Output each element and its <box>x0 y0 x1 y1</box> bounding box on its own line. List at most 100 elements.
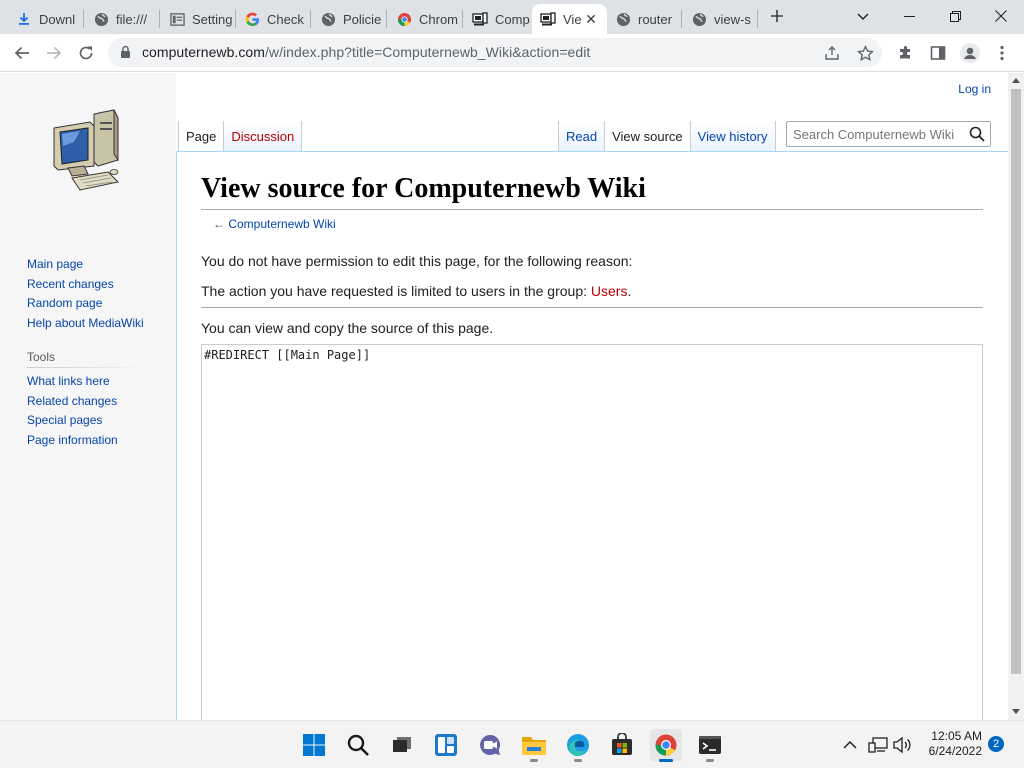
reload-button[interactable] <box>72 39 100 67</box>
group-link-users[interactable]: Users <box>591 283 628 299</box>
browser-tab[interactable]: file:/// <box>85 4 157 34</box>
wiki-search-input[interactable]: Search Computernewb Wiki <box>786 121 991 147</box>
computernewb-icon <box>472 11 488 27</box>
tab-discussion[interactable]: Discussion <box>224 121 303 151</box>
browser-tab-active[interactable]: Vie ✕ <box>532 4 607 34</box>
profile-button[interactable] <box>956 39 984 67</box>
tab-title: Vie <box>563 11 582 27</box>
browser-tab[interactable]: view-s <box>683 4 755 34</box>
reason-period: . <box>627 283 632 299</box>
tools-divider <box>27 367 147 368</box>
tab-view-source[interactable]: View source <box>605 121 691 151</box>
tools-link-what-links-here[interactable]: What links here <box>27 372 118 392</box>
tools-link-special-pages[interactable]: Special pages <box>27 411 118 431</box>
browser-tab[interactable]: Check <box>236 4 308 34</box>
nav-link-main-page[interactable]: Main page <box>27 255 144 275</box>
store-button[interactable] <box>606 729 638 761</box>
browser-toolbar: computernewb.com/w/index.php?title=Compu… <box>0 34 1024 72</box>
tab-read[interactable]: Read <box>559 121 606 151</box>
view-tabs: Read View source View history <box>558 121 776 151</box>
namespace-tabs: Page Discussion <box>178 121 303 151</box>
scroll-up-arrow-icon[interactable] <box>1012 78 1020 83</box>
taskbar-search-button[interactable] <box>342 729 374 761</box>
side-panel-button[interactable] <box>924 39 952 67</box>
tab-separator <box>462 10 463 28</box>
browser-tab[interactable]: Policie <box>312 4 384 34</box>
address-bar[interactable]: computernewb.com/w/index.php?title=Compu… <box>108 38 882 67</box>
permission-message: You do not have permission to edit this … <box>201 253 633 269</box>
nav-link-recent-changes[interactable]: Recent changes <box>27 275 144 295</box>
arrow-left-icon <box>14 46 29 60</box>
chrome-icon <box>396 11 412 27</box>
task-view-button[interactable] <box>386 729 418 761</box>
back-button[interactable] <box>8 39 36 67</box>
clock-date: 6/24/2022 <box>928 744 982 758</box>
tab-view-history[interactable]: View history <box>690 121 776 151</box>
vertical-scrollbar[interactable] <box>1008 73 1024 720</box>
scrollbar-thumb[interactable] <box>1011 89 1021 674</box>
close-window-button[interactable] <box>978 0 1024 32</box>
forward-button[interactable] <box>40 39 68 67</box>
download-icon <box>16 11 32 27</box>
close-icon <box>995 10 1007 22</box>
tab-separator <box>159 10 160 28</box>
side-panel-icon <box>930 46 946 60</box>
backlink: ← Computernewb Wiki <box>213 217 336 231</box>
share-icon[interactable] <box>822 43 842 63</box>
tab-separator <box>83 10 84 28</box>
browser-menu-button[interactable] <box>988 39 1016 67</box>
taskbar-clock[interactable]: 12:05 AM 6/24/2022 <box>916 729 982 759</box>
page-content: View source for Computernewb Wiki ← Comp… <box>176 151 1008 720</box>
volume-button[interactable] <box>890 729 914 761</box>
backlink-page[interactable]: Computernewb Wiki <box>228 217 335 231</box>
source-textarea[interactable]: #REDIRECT [[Main Page]] <box>201 344 983 720</box>
network-button[interactable] <box>866 729 890 761</box>
tools-link-related-changes[interactable]: Related changes <box>27 392 118 412</box>
search-icon[interactable] <box>969 126 985 142</box>
wiki-logo[interactable] <box>50 108 126 194</box>
plus-icon <box>771 10 783 22</box>
reason-message: The action you have requested is limited… <box>201 283 631 299</box>
extensions-button[interactable] <box>892 39 920 67</box>
show-hidden-icons-button[interactable] <box>840 729 860 761</box>
tab-title: Comp <box>495 11 530 27</box>
file-explorer-button[interactable] <box>518 729 550 762</box>
browser-tab[interactable]: Chrom <box>388 4 460 34</box>
bookmark-star-icon[interactable] <box>855 43 875 63</box>
web-page: Main page Recent changes Random page Hel… <box>0 73 1008 720</box>
tab-search-button[interactable] <box>840 0 886 32</box>
notification-badge[interactable]: 2 <box>988 736 1004 752</box>
lock-icon[interactable] <box>120 45 131 64</box>
computer-logo-icon <box>53 109 120 191</box>
chrome-taskbar-button[interactable] <box>650 729 682 762</box>
reason-text: The action you have requested is limited… <box>201 283 591 299</box>
tab-title: file:/// <box>116 11 148 27</box>
widgets-button[interactable] <box>430 729 462 761</box>
minimize-button[interactable] <box>886 0 932 32</box>
globe-icon <box>615 11 631 27</box>
nav-link-help[interactable]: Help about MediaWiki <box>27 314 144 334</box>
terminal-icon <box>699 736 721 754</box>
kebab-menu-icon <box>1000 45 1004 61</box>
browser-tab[interactable]: Setting <box>161 4 233 34</box>
view-copy-message: You can view and copy the source of this… <box>201 320 494 336</box>
browser-tab[interactable]: router <box>607 4 679 34</box>
task-view-icon <box>393 737 411 752</box>
tab-page[interactable]: Page <box>178 121 225 151</box>
terminal-button[interactable] <box>694 729 726 762</box>
login-link[interactable]: Log in <box>958 82 991 96</box>
close-tab-icon[interactable]: ✕ <box>583 11 599 27</box>
nav-link-random-page[interactable]: Random page <box>27 294 144 314</box>
browser-tab[interactable]: Downl <box>8 4 80 34</box>
start-button[interactable] <box>298 729 330 761</box>
browser-tab[interactable]: Comp <box>464 4 532 34</box>
url-text[interactable]: computernewb.com/w/index.php?title=Compu… <box>142 44 590 60</box>
teams-chat-button[interactable] <box>474 729 506 761</box>
restore-button[interactable] <box>932 0 978 32</box>
page-title: View source for Computernewb Wiki <box>201 172 983 210</box>
tab-separator <box>310 10 311 28</box>
scroll-down-arrow-icon[interactable] <box>1012 709 1020 714</box>
edge-button[interactable] <box>562 729 594 762</box>
new-tab-button[interactable] <box>764 5 790 29</box>
tools-link-page-information[interactable]: Page information <box>27 431 118 451</box>
